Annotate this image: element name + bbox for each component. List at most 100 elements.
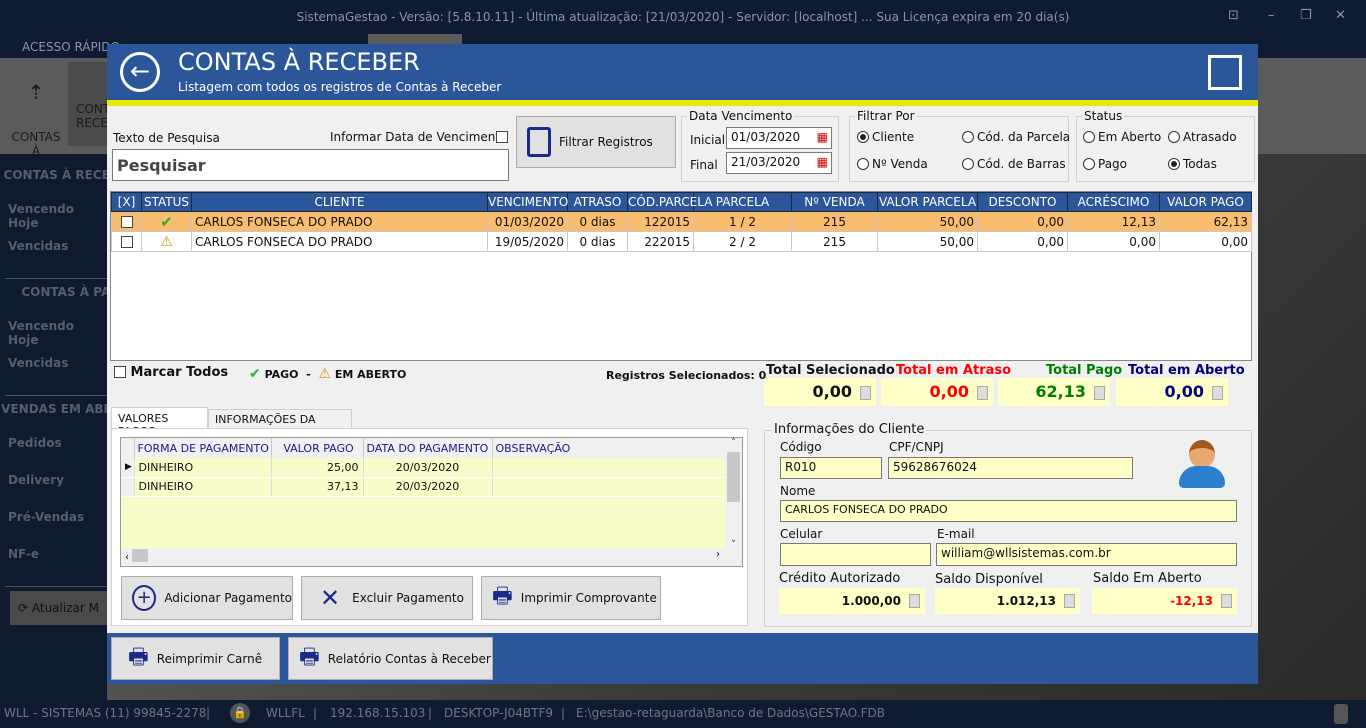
email-field[interactable]: william@wllsistemas.com.br	[936, 543, 1237, 566]
sidebar-item-vencendo-hoje[interactable]: Vencendo Hoje	[8, 202, 107, 230]
mark-all-checkbox[interactable]: Marcar Todos	[114, 365, 228, 380]
filter-option-cliente[interactable]: Cliente	[857, 130, 914, 144]
filter-legend: Filtrar Por	[855, 109, 917, 123]
col-valor-parcela[interactable]: VALOR PARCELA	[877, 192, 978, 212]
start-date-input[interactable]: 01/03/2020 ▦	[726, 127, 832, 149]
status-group	[1076, 116, 1255, 182]
radio[interactable]	[857, 131, 869, 143]
sidebar: CONTAS À RECEBER Vencendo Hoje Vencidas …	[0, 154, 139, 700]
col-desconto[interactable]: DESCONTO	[977, 192, 1068, 212]
status-option-todas[interactable]: Todas	[1168, 157, 1217, 171]
add-payment-button[interactable]: + Adicionar Pagamento	[121, 576, 293, 620]
payment-row[interactable]: ▶ DINHEIRO 25,00 20/03/2020	[121, 458, 726, 478]
radio[interactable]	[857, 158, 869, 170]
selected-count: Registros Selecionados: 0	[606, 369, 767, 382]
total-selecionado-value: 0,00	[764, 378, 876, 406]
pin-icon[interactable]: ⊡	[1228, 8, 1239, 23]
col-status[interactable]: STATUS	[141, 192, 192, 212]
table-row[interactable]: ✔ CARLOS FONSECA DO PRADO 01/03/2020 0 d…	[111, 211, 1252, 232]
table-row[interactable]: ⚠ CARLOS FONSECA DO PRADO 19/05/2020 0 d…	[111, 231, 1252, 252]
sidebar-item-pre-vendas[interactable]: Pré-Vendas	[8, 510, 84, 524]
restore-button[interactable]: ❐	[1300, 8, 1312, 23]
filter-button[interactable]: Filtrar Registros	[516, 116, 676, 168]
row-checkbox[interactable]	[120, 235, 133, 248]
filter-option-cod-barras[interactable]: Cód. de Barras	[962, 157, 1066, 171]
printer-icon: 🖶	[128, 644, 149, 670]
menu-acesso-rapido[interactable]: ACESSO RÁPIDO	[22, 40, 120, 54]
status-option-aberto[interactable]: Em Aberto	[1083, 130, 1161, 144]
status-option-atrasado[interactable]: Atrasado	[1168, 130, 1237, 144]
calendar-icon[interactable]: ▦	[817, 130, 828, 144]
col-valor-pago[interactable]: VALOR PAGO	[271, 438, 364, 458]
tab-valores-pagos[interactable]: VALORES PAGOS	[111, 407, 208, 438]
vertical-scrollbar[interactable]: ˄ ˅	[725, 438, 742, 550]
radio[interactable]	[962, 131, 974, 143]
cpf-field[interactable]: 59628676024	[888, 457, 1133, 479]
filter-option-venda[interactable]: Nº Venda	[857, 157, 928, 171]
window-title: SistemaGestao - Versão: [5.8.10.11] - Úl…	[296, 10, 1070, 24]
report-button[interactable]: 🖶 Relatório Contas à Receber	[288, 637, 493, 680]
close-button[interactable]: ✕	[1335, 8, 1346, 23]
search-label: Texto de Pesquisa	[113, 131, 220, 145]
lock-icon[interactable]: 🔒	[230, 703, 250, 723]
calculator-icon	[977, 386, 988, 400]
radio[interactable]	[962, 158, 974, 170]
col-vencimento[interactable]: VENCIMENTO	[487, 192, 568, 212]
sidebar-item-pagar-hoje[interactable]: Vencendo Hoje	[8, 319, 107, 347]
col-atraso[interactable]: ATRASO	[567, 192, 628, 212]
contas-pagar-button[interactable]: ⇡ CONTAS À PAGAR	[10, 66, 62, 172]
exit-icon[interactable]	[1334, 704, 1348, 724]
email-label: E-mail	[937, 527, 975, 541]
col-acrescimo[interactable]: ACRÉSCIMO	[1067, 192, 1160, 212]
date-checkbox[interactable]	[496, 131, 508, 143]
col-cliente[interactable]: CLIENTE	[191, 192, 488, 212]
total-atraso-value: 0,00	[881, 378, 993, 406]
status-legend-row: ✔ PAGO - ⚠ EM ABERTO	[249, 366, 407, 382]
contas-receber-button[interactable]: CONT RECE	[68, 62, 108, 146]
celular-field[interactable]	[780, 543, 931, 566]
payment-row[interactable]: DINHEIRO 37,13 20/03/2020	[121, 477, 726, 497]
client-info-legend: Informações do Cliente	[772, 422, 927, 437]
col-cod-parcela[interactable]: CÓD.PARCELA	[627, 192, 712, 212]
col-data[interactable]: DATA DO PAGAMENTO	[363, 438, 493, 458]
payments-table: FORMA DE PAGAMENTO VALOR PAGO DATA DO PA…	[120, 437, 743, 567]
col-forma[interactable]: FORMA DE PAGAMENTO	[134, 438, 272, 458]
col-venda[interactable]: Nº VENDA	[791, 192, 878, 212]
sidebar-item-vencidas[interactable]: Vencidas	[8, 239, 68, 253]
window-titlebar: SistemaGestao - Versão: [5.8.10.11] - Úl…	[0, 0, 1366, 34]
print-receipt-button[interactable]: 🖶 Imprimir Comprovante	[481, 576, 661, 620]
col-select[interactable]: [X]	[111, 192, 142, 212]
tab-informacoes-venda[interactable]: INFORMAÇÕES DA VENDA	[208, 409, 352, 439]
calendar-icon[interactable]: ▦	[817, 155, 828, 169]
sidebar-item-pagar-vencidas[interactable]: Vencidas	[8, 356, 68, 370]
saldo-aberto-label: Saldo Em Aberto	[1093, 571, 1202, 586]
filter-option-cod-parcela[interactable]: Cód. da Parcela	[962, 130, 1070, 144]
sidebar-item-delivery[interactable]: Delivery	[8, 473, 64, 487]
col-observacao[interactable]: OBSERVAÇÃO	[492, 438, 726, 458]
nome-field[interactable]: CARLOS FONSECA DO PRADO	[780, 500, 1237, 522]
cpf-label: CPF/CNPJ	[889, 440, 944, 454]
sidebar-item-nfe[interactable]: NF-e	[8, 547, 39, 561]
search-input[interactable]: Pesquisar	[112, 149, 509, 181]
end-date-input[interactable]: 21/03/2020 ▦	[726, 152, 832, 174]
receivables-table: [X] STATUS CLIENTE VENCIMENTO ATRASO CÓD…	[110, 191, 1252, 361]
delete-payment-button[interactable]: ✕ Excluir Pagamento	[301, 576, 473, 620]
row-checkbox[interactable]	[120, 215, 133, 228]
database-path: E:\gestao-retaguarda\Banco de Dados\GEST…	[576, 706, 885, 720]
refresh-button[interactable]: ⟳ Atualizar M	[10, 591, 110, 625]
codigo-field[interactable]: R010	[780, 457, 882, 479]
check-icon: ✔	[141, 211, 192, 232]
host-name: DESKTOP-J04BTF9	[444, 706, 554, 720]
horizontal-scrollbar[interactable]: ‹ ›	[121, 549, 742, 566]
sidebar-item-pedidos[interactable]: Pedidos	[8, 436, 62, 450]
reprint-carne-button[interactable]: 🖶 Reimprimir Carnê	[111, 637, 280, 680]
date-legend: Data Vencimento	[687, 109, 795, 123]
status-option-pago[interactable]: Pago	[1083, 157, 1127, 171]
back-arrow-icon[interactable]: ←	[120, 52, 160, 92]
col-valor-pago[interactable]: VALOR PAGO	[1159, 192, 1252, 212]
nome-label: Nome	[780, 484, 816, 498]
codigo-label: Código	[780, 440, 822, 454]
maximize-button[interactable]	[1208, 55, 1242, 90]
total-pago-label: Total Pago	[1046, 363, 1123, 378]
minimize-button[interactable]: –	[1268, 8, 1275, 23]
